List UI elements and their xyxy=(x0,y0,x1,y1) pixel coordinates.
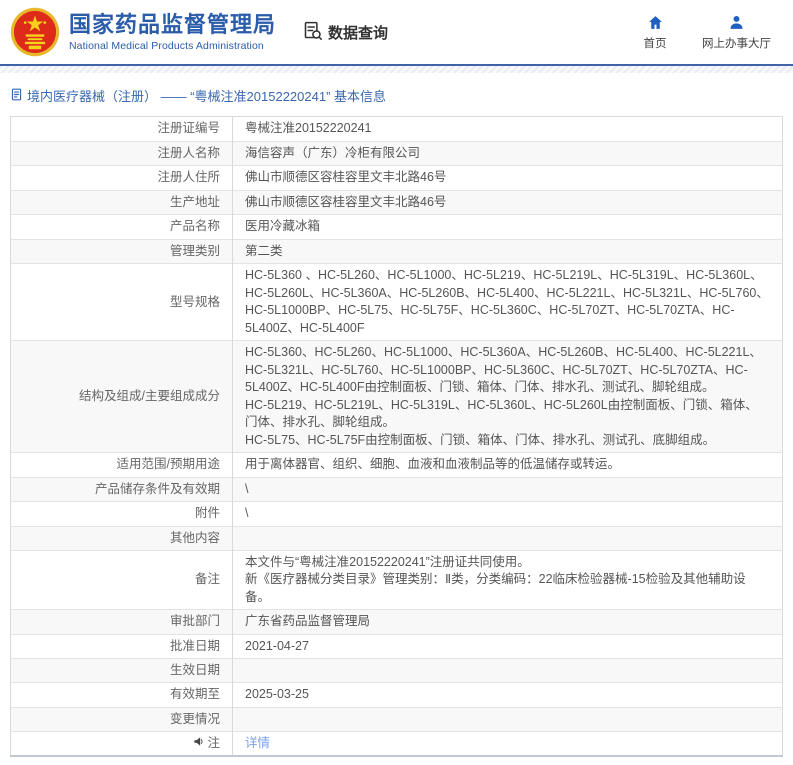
table-row: 其他内容 xyxy=(11,526,783,550)
table-row: 审批部门广东省药品监督管理局 xyxy=(11,610,783,635)
row-value: 佛山市顺德区容桂容里文丰北路46号 xyxy=(233,166,783,191)
row-label: 备注 xyxy=(11,550,233,610)
site-header: 国家药品监督管理局 National Medical Products Admi… xyxy=(0,0,793,64)
emblem-logo xyxy=(10,7,60,57)
row-label: 产品名称 xyxy=(11,215,233,240)
row-value: 2021-04-27 xyxy=(233,634,783,659)
row-label-text: 注 xyxy=(207,735,220,752)
table-row: 型号规格HC-5L360 、HC-5L260、HC-5L1000、HC-5L21… xyxy=(11,264,783,341)
row-value: 第二类 xyxy=(233,239,783,264)
table-row: 适用范围/预期用途用于离体器官、组织、细胞、血液和血液制品等的低温储存或转运。 xyxy=(11,453,783,478)
row-label: 注册证编号 xyxy=(11,117,233,142)
nav-item-label: 网上办事大厅 xyxy=(702,35,771,51)
table-row: 生产地址佛山市顺德区容桂容里文丰北路46号 xyxy=(11,190,783,215)
row-value: 海信容声（广东）冷柜有限公司 xyxy=(233,141,783,166)
row-value: 医用冷藏冰箱 xyxy=(233,215,783,240)
table-row: 附件\ xyxy=(11,502,783,527)
row-value: 用于离体器官、组织、细胞、血液和血液制品等的低温储存或转运。 xyxy=(233,453,783,478)
speaker-icon xyxy=(193,735,204,752)
row-label: 审批部门 xyxy=(11,610,233,635)
row-value: 2025-03-25 xyxy=(233,683,783,708)
row-label: 注册人住所 xyxy=(11,166,233,191)
row-value: 详情 xyxy=(233,731,783,756)
table-row: 批准日期2021-04-27 xyxy=(11,634,783,659)
table-row: 产品名称医用冷藏冰箱 xyxy=(11,215,783,240)
table-row: 结构及组成/主要组成成分HC-5L360、HC-5L260、HC-5L1000、… xyxy=(11,341,783,453)
row-label: 注册人名称 xyxy=(11,141,233,166)
row-label: 适用范围/预期用途 xyxy=(11,453,233,478)
header-nav: 首页 网上办事大厅 xyxy=(638,14,771,51)
table-row: 备注本文件与“粤械注准20152220241”注册证共同使用。 新《医疗器械分类… xyxy=(11,550,783,610)
nav-item-label: 首页 xyxy=(644,35,667,51)
registration-info-table: 注册证编号粤械注准20152220241注册人名称海信容声（广东）冷柜有限公司注… xyxy=(10,116,783,757)
row-label: 变更情况 xyxy=(11,707,233,731)
info-table-body: 注册证编号粤械注准20152220241注册人名称海信容声（广东）冷柜有限公司注… xyxy=(11,117,783,757)
table-row: 变更情况 xyxy=(11,707,783,731)
row-label: 型号规格 xyxy=(11,264,233,341)
table-row: 有效期至2025-03-25 xyxy=(11,683,783,708)
table-row: 注 详情 xyxy=(11,731,783,756)
row-label: 注 xyxy=(11,731,233,756)
agency-title-en: National Medical Products Administration xyxy=(69,40,276,52)
nav-item-online-hall[interactable]: 网上办事大厅 xyxy=(702,14,771,51)
row-label: 生产地址 xyxy=(11,190,233,215)
data-query-icon xyxy=(302,20,323,45)
table-row: 注册证编号粤械注准20152220241 xyxy=(11,117,783,142)
table-row: 产品储存条件及有效期\ xyxy=(11,477,783,502)
table-row: 注册人住所佛山市顺德区容桂容里文丰北路46号 xyxy=(11,166,783,191)
data-query-label: 数据查询 xyxy=(328,22,388,43)
document-icon xyxy=(10,87,23,104)
row-value: 粤械注准20152220241 xyxy=(233,117,783,142)
details-link[interactable]: 详情 xyxy=(245,736,270,750)
row-value: HC-5L360 、HC-5L260、HC-5L1000、HC-5L219、HC… xyxy=(233,264,783,341)
row-value: \ xyxy=(233,502,783,527)
home-icon xyxy=(647,14,664,31)
row-value: 佛山市顺德区容桂容里文丰北路46号 xyxy=(233,190,783,215)
row-value: \ xyxy=(233,477,783,502)
breadcrumb-text: 境内医疗器械（注册） —— “粤械注准20152220241” 基本信息 xyxy=(27,86,386,105)
row-label: 管理类别 xyxy=(11,239,233,264)
data-query-tab[interactable]: 数据查询 xyxy=(302,20,388,45)
row-value: 广东省药品监督管理局 xyxy=(233,610,783,635)
row-label: 生效日期 xyxy=(11,659,233,683)
row-label: 附件 xyxy=(11,502,233,527)
site-brand: 国家药品监督管理局 National Medical Products Admi… xyxy=(10,7,276,57)
row-value: 本文件与“粤械注准20152220241”注册证共同使用。 新《医疗器械分类目录… xyxy=(233,550,783,610)
row-label: 批准日期 xyxy=(11,634,233,659)
brand-text: 国家药品监督管理局 National Medical Products Admi… xyxy=(69,12,276,51)
row-label: 产品储存条件及有效期 xyxy=(11,477,233,502)
nav-item-home[interactable]: 首页 xyxy=(638,14,672,51)
row-value xyxy=(233,707,783,731)
row-label: 结构及组成/主要组成成分 xyxy=(11,341,233,453)
breadcrumb: 境内医疗器械（注册） —— “粤械注准20152220241” 基本信息 xyxy=(10,86,783,105)
registration-info-table-wrap: 注册证编号粤械注准20152220241注册人名称海信容声（广东）冷柜有限公司注… xyxy=(10,116,783,757)
user-icon xyxy=(728,14,745,31)
table-row: 管理类别第二类 xyxy=(11,239,783,264)
row-value: HC-5L360、HC-5L260、HC-5L1000、HC-5L360A、HC… xyxy=(233,341,783,453)
hatch-band xyxy=(0,66,793,73)
row-value xyxy=(233,659,783,683)
agency-title-cn: 国家药品监督管理局 xyxy=(69,12,276,37)
table-row: 注册人名称海信容声（广东）冷柜有限公司 xyxy=(11,141,783,166)
table-row: 生效日期 xyxy=(11,659,783,683)
row-label: 其他内容 xyxy=(11,526,233,550)
row-label: 有效期至 xyxy=(11,683,233,708)
row-value xyxy=(233,526,783,550)
